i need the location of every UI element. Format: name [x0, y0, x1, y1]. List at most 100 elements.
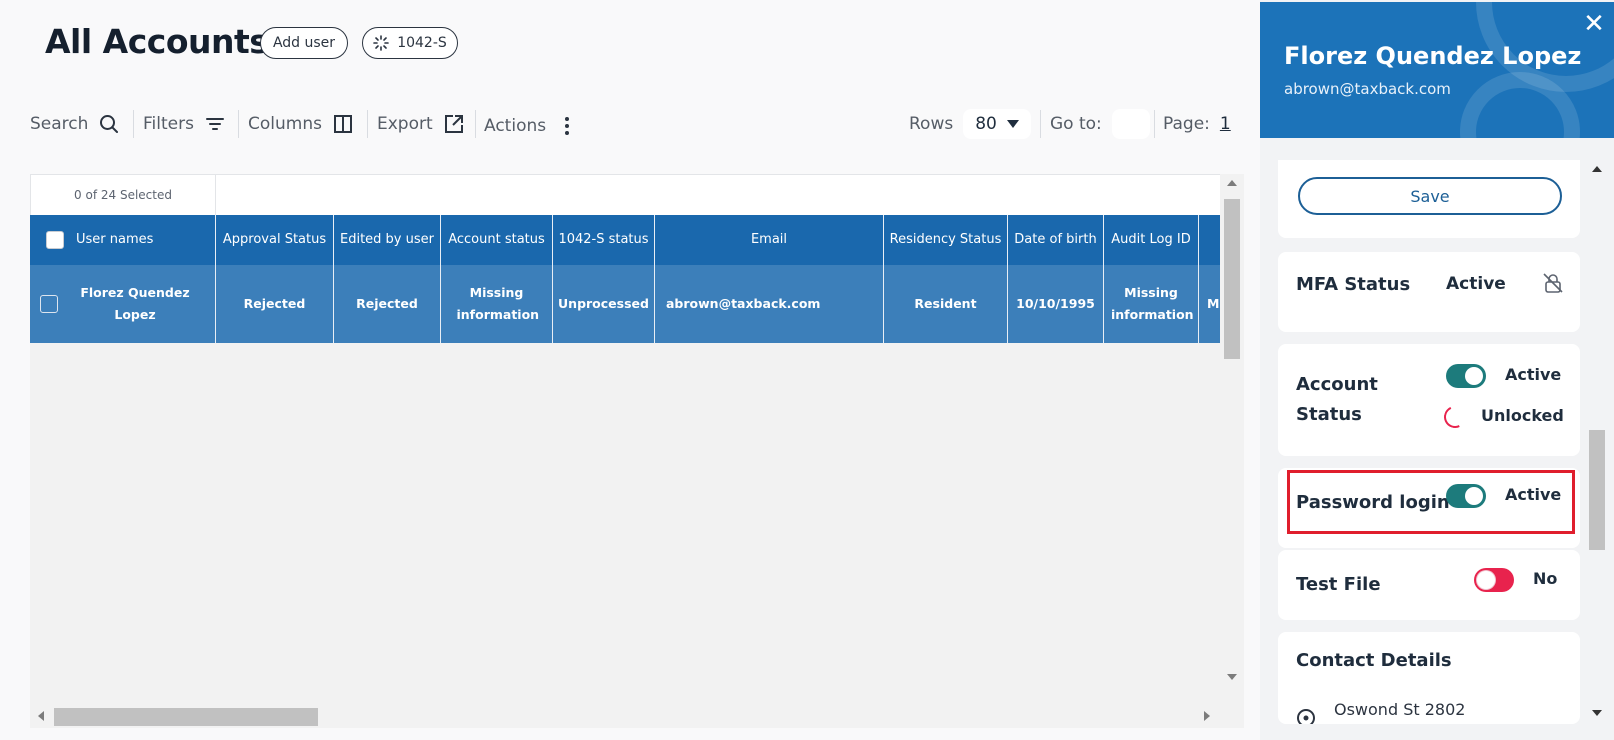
cell-text: Resident	[914, 296, 977, 311]
drawer-scrollbar[interactable]	[1587, 160, 1607, 725]
cell-email: abrown@taxback.com	[655, 265, 884, 343]
account-lock-value: Unlocked	[1481, 406, 1564, 425]
drawer-user-email: abrown@taxback.com	[1284, 80, 1451, 98]
contact-address-line: Oswond St 2802	[1334, 700, 1466, 719]
more-vertical-icon	[565, 117, 570, 135]
toolbar-divider	[133, 110, 134, 138]
scroll-down-arrow-icon[interactable]	[1592, 710, 1602, 716]
mfa-status-card: MFA Status Active	[1278, 252, 1580, 332]
goto-page: Go to:	[1050, 104, 1150, 144]
row-checkbox[interactable]	[40, 295, 58, 313]
scroll-up-arrow-icon[interactable]	[1227, 180, 1237, 186]
cell-audit-log-id: Missing information	[1104, 265, 1199, 343]
goto-input[interactable]	[1111, 109, 1150, 139]
cell-text: abrown@taxback.com	[666, 296, 821, 311]
column-label: Account status	[448, 232, 545, 247]
column-header-approval-status[interactable]: Approval Status	[216, 215, 334, 265]
column-header-next[interactable]	[1199, 215, 1220, 265]
account-status-card: Account Status Active Unlocked	[1278, 344, 1580, 456]
columns-icon	[333, 115, 352, 133]
column-header-audit-log-id[interactable]: Audit Log ID	[1104, 215, 1199, 265]
rows-value: 80	[975, 114, 997, 134]
column-label: User names	[76, 232, 154, 247]
lock-off-icon[interactable]	[1542, 272, 1564, 294]
column-header-user-names[interactable]: User names	[30, 215, 216, 265]
column-header-residency-status[interactable]: Residency Status	[884, 215, 1008, 265]
loading-spinner-icon	[1440, 402, 1470, 432]
table-header: User names Approval Status Edited by use…	[30, 215, 1220, 265]
caret-down-icon	[1006, 120, 1019, 128]
selected-count: 0 of 24 Selected	[30, 174, 216, 215]
toolbar-divider	[367, 110, 368, 138]
scroll-up-arrow-icon[interactable]	[1592, 166, 1602, 172]
scrollbar-thumb[interactable]	[54, 708, 318, 726]
drawer-header: Florez Quendez Lopez abrown@taxback.com …	[1260, 2, 1614, 138]
page-label: Page:	[1163, 114, 1210, 134]
column-label: Edited by user	[340, 232, 434, 247]
cell-text: 10/10/1995	[1016, 296, 1095, 311]
toolbar-divider	[475, 110, 476, 138]
column-header-edited-by-user[interactable]: Edited by user	[334, 215, 441, 265]
cell-next: Mi	[1199, 265, 1220, 343]
close-icon[interactable]: ✕	[1580, 10, 1608, 38]
rows-select[interactable]: 80	[963, 109, 1031, 139]
cell-approval-status: Rejected	[216, 265, 334, 343]
account-active-toggle[interactable]	[1446, 364, 1486, 388]
cell-text: Rejected	[243, 296, 306, 311]
select-all-checkbox[interactable]	[46, 231, 64, 249]
cell-text: Missing information	[456, 285, 540, 322]
selection-strip	[216, 174, 1220, 215]
form-1042-button[interactable]: 1042-S	[362, 27, 458, 59]
scroll-down-arrow-icon[interactable]	[1227, 674, 1237, 680]
actions-label: Actions	[484, 116, 547, 136]
filters-button[interactable]: Filters	[143, 104, 226, 144]
column-header-date-of-birth[interactable]: Date of birth	[1008, 215, 1104, 265]
mfa-status-value: Active	[1446, 274, 1506, 294]
save-button[interactable]: Save	[1298, 177, 1562, 215]
external-link-icon	[444, 115, 463, 133]
add-user-button[interactable]: Add user	[260, 27, 348, 59]
actions-button[interactable]: Actions	[484, 106, 578, 146]
scrollbar-thumb[interactable]	[1589, 430, 1605, 550]
column-label: Approval Status	[222, 232, 327, 247]
table-toolbar: Search Filters Columns Export Actions Ro…	[0, 104, 1250, 144]
column-label: Email	[750, 232, 788, 247]
test-file-toggle[interactable]	[1474, 568, 1514, 592]
cell-1042s-status: Unprocessed	[553, 265, 655, 343]
rows-per-page: Rows 80	[909, 104, 1031, 144]
column-header-1042s-status[interactable]: 1042-S status	[553, 215, 655, 265]
test-file-value: No	[1533, 569, 1558, 588]
contact-details-card: Contact Details Oswond St 2802	[1278, 632, 1580, 724]
table-vertical-scrollbar[interactable]	[1220, 174, 1244, 692]
toolbar-divider	[1040, 110, 1041, 138]
column-header-email[interactable]: Email	[655, 215, 884, 265]
columns-label: Columns	[248, 114, 322, 134]
export-label: Export	[377, 114, 433, 134]
cell-account-status: Missing information	[441, 265, 553, 343]
cell-residency-status: Resident	[884, 265, 1008, 343]
page-indicator: Page: 1	[1163, 104, 1231, 144]
scroll-right-arrow-icon[interactable]	[1204, 711, 1210, 721]
search-label: Search	[30, 114, 89, 134]
toggle-knob	[1465, 367, 1483, 385]
scrollbar-thumb[interactable]	[1224, 199, 1240, 359]
export-button[interactable]: Export	[377, 104, 465, 144]
table-row[interactable]: Florez Quendez Lopez Rejected Rejected M…	[30, 265, 1220, 343]
cell-text: Missing information	[1111, 285, 1194, 322]
column-label: Audit Log ID	[1111, 232, 1191, 247]
rows-label: Rows	[909, 114, 954, 134]
filter-icon	[205, 118, 224, 130]
table-horizontal-scrollbar[interactable]	[30, 704, 1220, 728]
search-button[interactable]: Search	[30, 104, 120, 144]
toggle-knob	[1477, 571, 1495, 589]
accounts-table: 0 of 24 Selected User names Approval Sta…	[30, 174, 1244, 728]
mfa-status-label: MFA Status	[1296, 274, 1411, 295]
goto-label: Go to:	[1050, 114, 1102, 134]
page-number[interactable]: 1	[1220, 114, 1231, 134]
columns-button[interactable]: Columns	[248, 104, 354, 144]
search-icon	[100, 115, 119, 133]
column-label: Date of birth	[1014, 232, 1097, 247]
contact-details-title: Contact Details	[1296, 650, 1452, 671]
column-header-account-status[interactable]: Account status	[441, 215, 553, 265]
scroll-left-arrow-icon[interactable]	[38, 711, 44, 721]
